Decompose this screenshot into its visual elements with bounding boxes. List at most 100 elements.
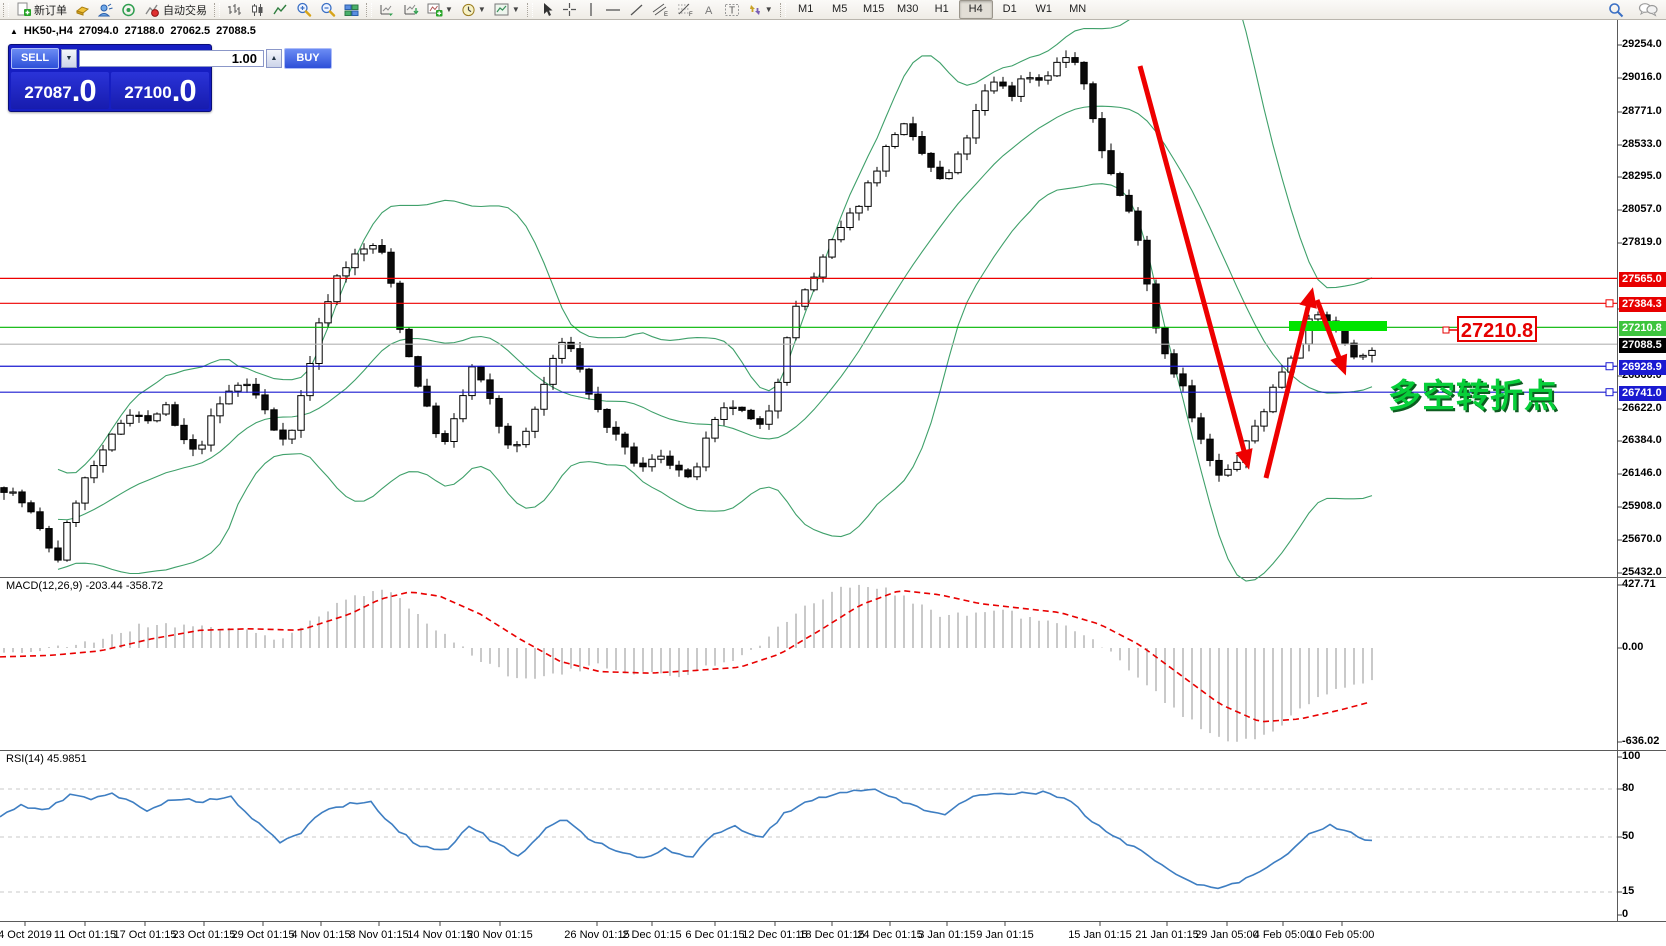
templates-button[interactable]: ▼	[490, 1, 524, 19]
timeframe-button-m1[interactable]: M1	[789, 0, 823, 19]
collapse-trade-panel-icon[interactable]: ▲	[10, 27, 18, 36]
axis-price-badge: 27384.3	[1619, 297, 1666, 312]
chat-icon[interactable]	[1638, 2, 1658, 17]
ohlc-low: 27062.5	[170, 25, 210, 37]
zoom-out-icon	[320, 2, 336, 17]
arrows-icon	[748, 3, 763, 17]
text-label-tool-button[interactable]: T	[720, 1, 744, 19]
chart-shift-button[interactable]	[399, 1, 423, 19]
timeframe-button-h4[interactable]: H4	[959, 0, 993, 19]
axis-label: 25432.0	[1622, 566, 1662, 578]
volume-input[interactable]	[79, 50, 264, 67]
equidistant-channel-tool-button[interactable]: E	[648, 1, 673, 19]
zoom-in-button[interactable]	[292, 1, 316, 19]
auto-trading-button[interactable]: 自动交易	[140, 1, 211, 19]
buy-button[interactable]: BUY	[284, 48, 332, 69]
axis-label: 27819.0	[1622, 236, 1662, 248]
market-watch-button[interactable]	[94, 1, 117, 19]
timeframe-button-m5[interactable]: M5	[823, 0, 857, 19]
timeframe-button-h1[interactable]: H1	[925, 0, 959, 19]
history-center-button[interactable]	[71, 1, 94, 19]
axis-price-badge: 26741.0	[1619, 386, 1666, 401]
trendline-tool-button[interactable]	[625, 1, 648, 19]
gold-box-icon	[75, 3, 90, 17]
timeframe-button-w1[interactable]: W1	[1027, 0, 1061, 19]
rsi-value: 45.9851	[47, 753, 87, 765]
turning-point-text[interactable]: 多空转折点	[1388, 369, 1558, 417]
new-chart-icon	[427, 3, 443, 17]
cursor-tool-button[interactable]	[536, 1, 558, 19]
new-order-button[interactable]: 新订单	[12, 1, 71, 19]
toolbar-grip[interactable]	[527, 3, 533, 17]
profiles-button[interactable]: ▼	[457, 1, 490, 19]
sell-button[interactable]: SELL	[11, 48, 59, 69]
candlestick-mode-button[interactable]	[246, 1, 269, 19]
toolbar-grip[interactable]	[3, 3, 9, 17]
toolbar-grip[interactable]	[214, 3, 220, 17]
bar-chart-mode-button[interactable]	[223, 1, 246, 19]
axis-price-badge: 26928.9	[1619, 360, 1666, 375]
macd-value-main: -203.44	[85, 580, 122, 592]
clock-icon	[461, 3, 476, 17]
channel-icon: E	[652, 2, 669, 17]
timeframe-button-mn[interactable]: MN	[1061, 0, 1095, 19]
tile-windows-button[interactable]	[340, 1, 363, 19]
axis-label: 26384.0	[1622, 434, 1662, 446]
new-chart-caret-icon: ▼	[445, 5, 453, 14]
date-label: 21 Jan 01:15	[1135, 929, 1199, 941]
volume-decrease-button[interactable]: ▼	[61, 49, 77, 68]
fibonacci-icon: F	[677, 2, 694, 17]
auto-trading-label: 自动交易	[163, 2, 207, 18]
date-label: 29 Oct 01:15	[232, 929, 295, 941]
price-flag-label[interactable]: 27210.8	[1457, 316, 1537, 342]
text-tool-button[interactable]: A	[698, 1, 720, 19]
macd-value-signal: -358.72	[126, 580, 163, 592]
fibonacci-tool-button[interactable]: F	[673, 1, 698, 19]
sell-price-main: 27087	[24, 80, 71, 106]
main-toolbar: 新订单 自动交易	[0, 0, 1666, 20]
text-icon: A	[702, 3, 716, 17]
auto-trading-icon	[144, 3, 160, 17]
date-label: 20 Nov 01:15	[467, 929, 532, 941]
timeframe-button-d1[interactable]: D1	[993, 0, 1027, 19]
date-label: 9 Jan 01:15	[976, 929, 1034, 941]
vertical-line-tool-button[interactable]	[581, 1, 601, 19]
crosshair-tool-button[interactable]	[558, 1, 581, 19]
candlestick-icon	[250, 3, 265, 17]
signals-button[interactable]	[117, 1, 140, 19]
axis-label: 0	[1622, 908, 1628, 920]
new-order-icon	[16, 2, 31, 17]
svg-text:F: F	[689, 12, 693, 17]
axis-price-badge: 27565.0	[1619, 272, 1666, 287]
sell-price[interactable]: 27087 .0	[11, 72, 109, 109]
vertical-line-icon	[585, 2, 597, 17]
auto-scroll-button[interactable]	[375, 1, 399, 19]
toolbar-grip[interactable]	[366, 3, 372, 17]
axis-label: -636.02	[1622, 735, 1659, 747]
buy-price[interactable]: 27100 .0	[111, 72, 209, 109]
line-chart-icon	[273, 3, 288, 17]
auto-scroll-icon	[379, 3, 395, 17]
toolbar-grip[interactable]	[780, 3, 786, 17]
trendline-icon	[629, 3, 644, 17]
new-chart-button[interactable]: ▼	[423, 1, 457, 19]
horizontal-line-tool-button[interactable]	[601, 1, 625, 19]
bar-chart-icon	[227, 3, 242, 17]
volume-increase-button[interactable]: ▲	[266, 49, 282, 68]
search-icon[interactable]	[1608, 2, 1624, 18]
axis-label: 427.71	[1622, 578, 1656, 590]
zoom-out-button[interactable]	[316, 1, 340, 19]
axis-label: 25908.0	[1622, 500, 1662, 512]
timeframe-button-m30[interactable]: M30	[891, 0, 925, 19]
arrows-tool-button[interactable]: ▼	[744, 1, 777, 19]
buy-price-fraction: .0	[172, 76, 196, 106]
axis-label: 26622.0	[1622, 402, 1662, 414]
timeframe-button-m15[interactable]: M15	[857, 0, 891, 19]
line-chart-mode-button[interactable]	[269, 1, 292, 19]
axis-label: 29016.0	[1622, 71, 1662, 83]
axis-label: 25670.0	[1622, 533, 1662, 545]
chart-window[interactable]	[0, 19, 1666, 946]
templates-caret-icon: ▼	[512, 5, 520, 14]
date-label: 10 Feb 05:00	[1310, 929, 1375, 941]
date-label: 3 Jan 01:15	[918, 929, 976, 941]
